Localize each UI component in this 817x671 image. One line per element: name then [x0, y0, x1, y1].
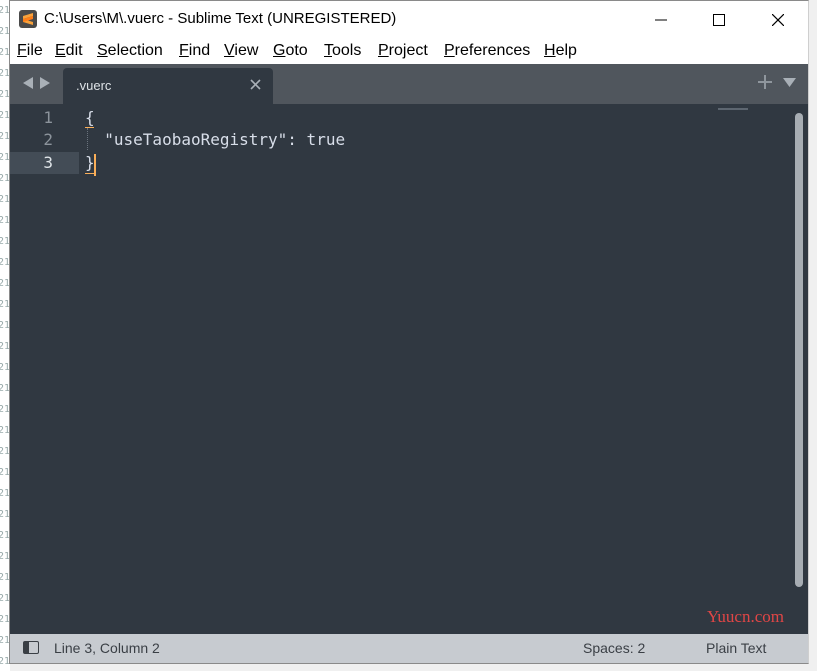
line-number-gutter: 1 2 3	[10, 104, 78, 634]
tab-left-arrow-icon[interactable]	[22, 76, 34, 90]
code-line[interactable]: {	[85, 107, 95, 129]
new-tab-plus-icon[interactable]	[758, 75, 772, 89]
menu-view[interactable]: View	[224, 42, 258, 60]
close-icon	[772, 13, 784, 26]
menu-project[interactable]: Project	[378, 42, 428, 60]
menu-bar: File Edit Selection Find View Goto Tools…	[10, 39, 808, 63]
window-title: C:\Users\M\.vuerc - Sublime Text (UNREGI…	[44, 10, 397, 27]
tab-vuerc[interactable]: .vuerc	[63, 68, 273, 104]
minimize-button[interactable]	[632, 1, 690, 38]
indentation-setting[interactable]: Spaces: 2	[583, 640, 645, 656]
line-number: 1	[43, 108, 53, 127]
brace-match-underline	[85, 173, 94, 174]
line-number: 2	[43, 130, 53, 149]
line-number: 3	[43, 153, 53, 172]
syntax-selector[interactable]: Plain Text	[706, 640, 766, 656]
toggle-panel-icon[interactable]	[23, 641, 39, 654]
sublime-window: C:\Users\M\.vuerc - Sublime Text (UNREGI…	[9, 0, 809, 664]
status-bar: Line 3, Column 2 Spaces: 2 Plain Text	[10, 634, 808, 663]
maximize-button[interactable]	[690, 1, 748, 38]
tab-label: .vuerc	[76, 78, 112, 93]
menu-file[interactable]: File	[17, 42, 43, 60]
tab-nav-arrows	[22, 76, 51, 90]
menu-tools[interactable]: Tools	[324, 42, 361, 60]
tab-close-icon[interactable]	[250, 79, 261, 90]
menu-help[interactable]: Help	[544, 42, 577, 60]
sublime-logo-icon	[19, 10, 37, 28]
watermark-text: Yuucn.com	[707, 607, 784, 626]
code-line[interactable]: "useTaobaoRegistry": true	[85, 129, 345, 151]
menu-find[interactable]: Find	[179, 42, 210, 60]
minimize-icon	[655, 19, 667, 20]
editor-area[interactable]: 1 2 3 { "useTaobaoRegistry": true }	[10, 104, 808, 634]
tab-dropdown-icon[interactable]	[783, 78, 796, 87]
maximize-icon	[713, 13, 725, 26]
scrollbar-thumb[interactable]	[795, 113, 803, 587]
menu-edit[interactable]: Edit	[55, 42, 83, 60]
title-bar[interactable]: C:\Users\M\.vuerc - Sublime Text (UNREGI…	[10, 1, 808, 38]
close-window-button[interactable]	[749, 1, 807, 38]
cursor-position: Line 3, Column 2	[54, 640, 160, 656]
minimap[interactable]	[718, 108, 748, 110]
menu-goto[interactable]: Goto	[273, 42, 308, 60]
tab-bar: .vuerc	[10, 64, 808, 104]
menu-preferences[interactable]: Preferences	[444, 42, 530, 60]
text-caret	[94, 154, 96, 176]
menu-selection[interactable]: Selection	[97, 42, 163, 60]
brace-match-underline	[85, 127, 94, 128]
tab-right-arrow-icon[interactable]	[39, 76, 51, 90]
